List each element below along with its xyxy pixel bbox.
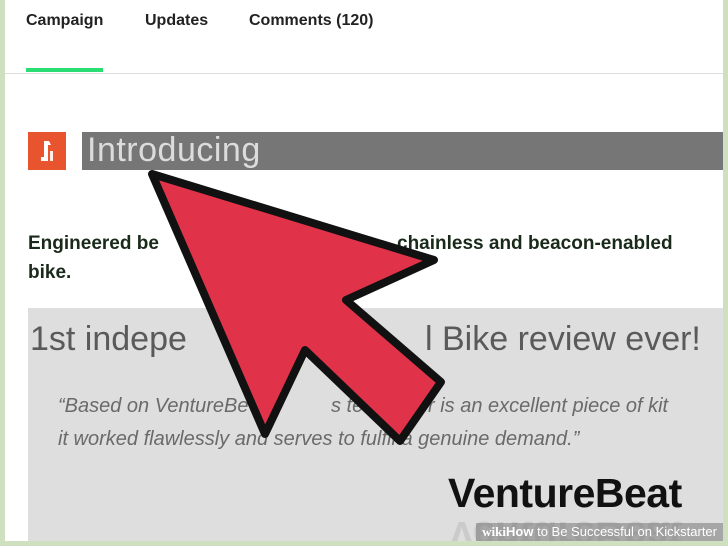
active-tab-indicator [26,68,103,72]
review-title-end: l Bike review ever! [425,320,701,358]
quote-line1-start: “Based on VentureBe [58,395,249,417]
project-logo-icon [28,132,66,170]
quote-line2: it worked flawlessly and serves to fulfi… [58,428,580,450]
venturebeat-logo: VentureBeat [448,470,682,516]
watermark-wiki: wiki [482,524,507,539]
tab-bar: Campaign Updates Comments (120) [5,0,723,74]
tagline-line1-start: Engineered be [28,233,159,254]
intro-title: Introducing [87,131,261,169]
tagline-line2: bike. [28,262,72,283]
watermark-how: How [506,524,534,539]
page-frame: Campaign Updates Comments (120) Introduc… [5,0,723,541]
watermark-title: to Be Successful on Kickstarter [533,524,717,539]
review-title-start: 1st indepe [30,320,187,358]
tab-campaign[interactable]: Campaign [26,12,103,30]
tab-updates[interactable]: Updates [145,12,208,30]
tagline-line1-end: chainless and beacon-enabled [397,233,673,254]
wikihow-watermark: wikiHow to Be Successful on Kickstarter [476,523,723,541]
quote-line1-mid: s tests, th [331,395,417,417]
quote-line1-end: r is an excellent piece of kit [428,395,669,417]
tab-comments[interactable]: Comments (120) [249,12,373,30]
